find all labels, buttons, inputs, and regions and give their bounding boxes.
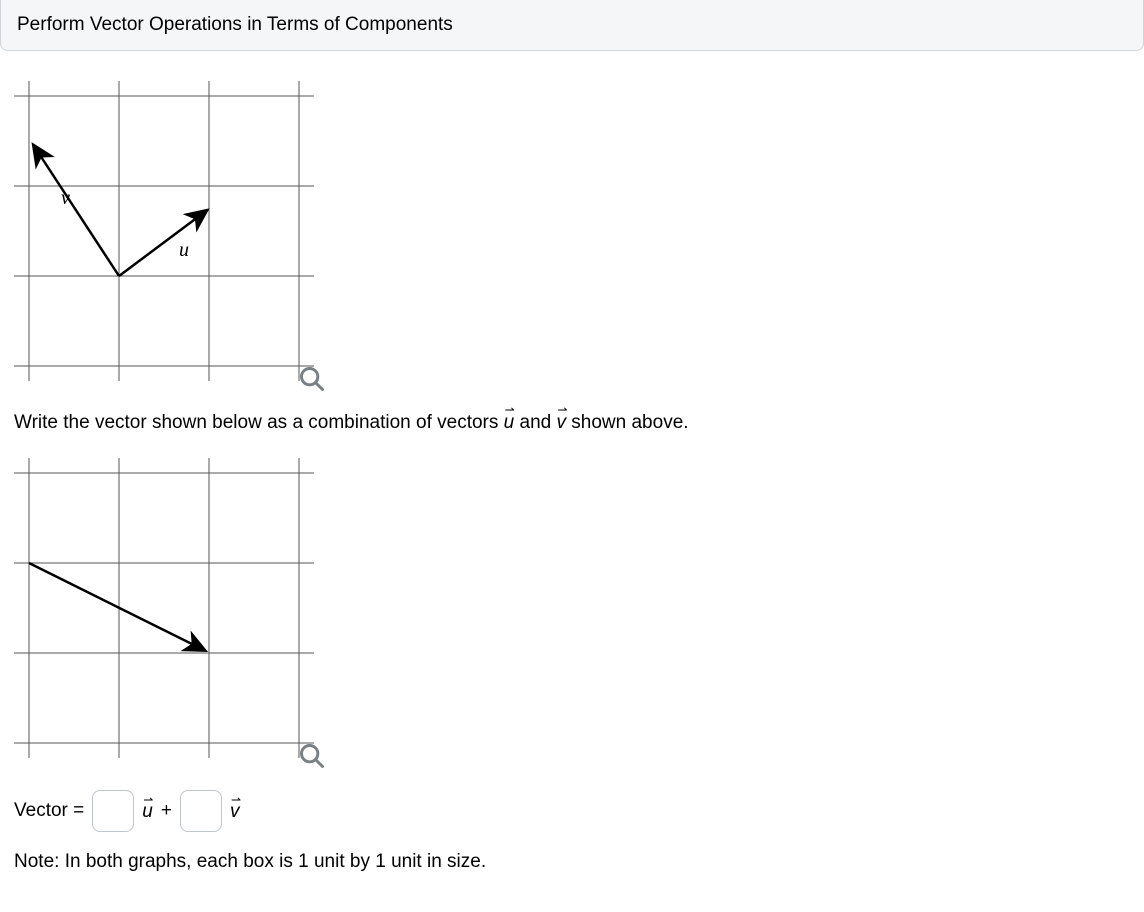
graph-target-svg xyxy=(14,458,314,758)
u-coefficient-input[interactable] xyxy=(92,790,134,832)
section-header: Perform Vector Operations in Terms of Co… xyxy=(0,0,1144,51)
magnify-icon[interactable] xyxy=(298,742,326,770)
graph-uv-svg: v u xyxy=(14,81,314,381)
instruction-post: shown above. xyxy=(566,412,689,433)
magnify-icon[interactable] xyxy=(298,365,326,393)
vector-equals: Vector = xyxy=(14,800,84,822)
vector-v xyxy=(34,146,119,276)
section-title: Perform Vector Operations in Terms of Co… xyxy=(17,14,453,35)
label-v: v xyxy=(61,187,70,209)
u-symbol: ⇀u xyxy=(504,407,515,438)
v-coefficient-input[interactable] xyxy=(180,790,222,832)
instruction-pre: Write the vector shown below as a combin… xyxy=(14,412,504,433)
instruction-text: Write the vector shown below as a combin… xyxy=(14,407,1130,438)
v-symbol-answer: ⇀v xyxy=(230,799,240,823)
label-u: u xyxy=(179,239,189,261)
instruction-mid: and xyxy=(514,412,556,433)
plus-sign: + xyxy=(161,800,172,822)
target-vector xyxy=(29,563,204,650)
graph-target xyxy=(14,458,324,768)
note-text: Note: In both graphs, each box is 1 unit… xyxy=(14,848,1130,877)
u-symbol-answer: ⇀u xyxy=(142,799,153,823)
v-symbol: ⇀v xyxy=(557,407,567,438)
answer-row: Vector = ⇀u + ⇀v xyxy=(14,790,1130,832)
graph-uv: v u xyxy=(14,81,324,391)
vector-u xyxy=(119,211,206,276)
